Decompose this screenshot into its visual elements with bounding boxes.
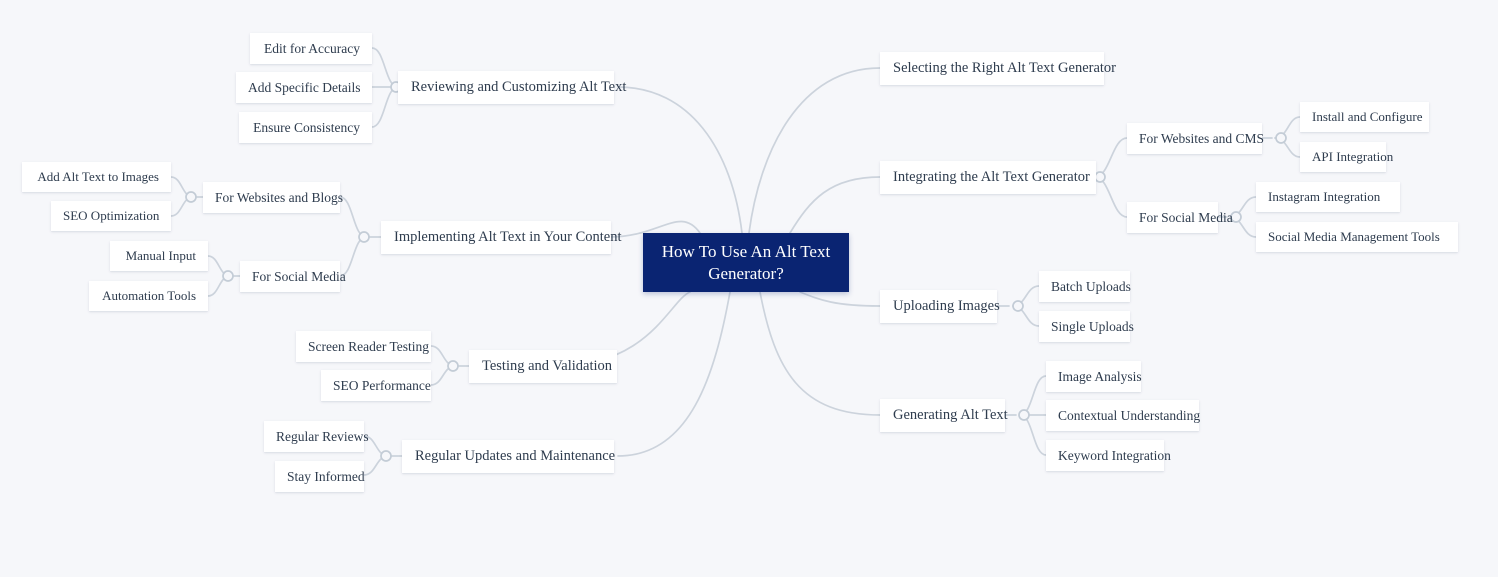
- node-label: Batch Uploads: [1051, 278, 1131, 294]
- node-label: Regular Reviews: [276, 428, 369, 444]
- toggle-websites-blogs[interactable]: [185, 191, 197, 203]
- toggle-uploading-images[interactable]: [1012, 300, 1024, 312]
- edge-reviewing-to-edit: [371, 47, 399, 88]
- node-testing-and-validation[interactable]: Testing and Validation: [469, 350, 617, 383]
- node-manual-input[interactable]: Manual Input: [110, 241, 208, 271]
- node-keyword-integration[interactable]: Keyword Integration: [1046, 440, 1171, 471]
- node-ensure-consistency[interactable]: Ensure Consistency: [239, 112, 372, 143]
- node-label: Single Uploads: [1051, 318, 1134, 334]
- node-generating-alt-text[interactable]: Generating Alt Text: [880, 399, 1008, 432]
- edge-generating-to-image-analysis: [1019, 375, 1047, 416]
- node-selecting-right-generator[interactable]: Selecting the Right Alt Text Generator: [880, 52, 1117, 85]
- node-contextual-understanding[interactable]: Contextual Understanding: [1046, 400, 1201, 431]
- toggle-generating-alt-text[interactable]: [1018, 409, 1030, 421]
- node-regular-updates-maintenance[interactable]: Regular Updates and Maintenance: [402, 440, 616, 473]
- edge-root-to-reviewing: [617, 86, 743, 234]
- root-node-label: How To Use An Alt Text Generator?: [661, 241, 831, 283]
- node-instagram-integration[interactable]: Instagram Integration: [1256, 182, 1400, 212]
- edge-generating-to-keyword: [1019, 414, 1047, 456]
- node-label: For Social Media: [1139, 209, 1233, 225]
- toggle-integrating[interactable]: [1094, 171, 1106, 183]
- node-label: Ensure Consistency: [253, 119, 360, 135]
- toggle-social-media-left[interactable]: [222, 270, 234, 282]
- mindmap-canvas: How To Use An Alt Text Generator? Select…: [0, 0, 1498, 577]
- node-label: Uploading Images: [893, 298, 1000, 314]
- node-seo-performance[interactable]: SEO Performance: [321, 370, 431, 401]
- node-automation-tools[interactable]: Automation Tools: [89, 281, 208, 311]
- node-label: Manual Input: [125, 248, 196, 263]
- node-for-social-media-left[interactable]: For Social Media: [240, 261, 346, 292]
- node-label: Edit for Accuracy: [264, 40, 360, 56]
- node-label: Instagram Integration: [1268, 189, 1381, 204]
- edge-integrating-to-social-media: [1094, 176, 1128, 218]
- toggle-testing-validation[interactable]: [447, 360, 459, 372]
- node-label: Stay Informed: [287, 468, 365, 484]
- root-node[interactable]: How To Use An Alt Text Generator?: [643, 233, 849, 292]
- node-label: Reviewing and Customizing Alt Text: [411, 79, 627, 95]
- node-label: Implementing Alt Text in Your Content: [394, 229, 622, 245]
- node-label: Keyword Integration: [1058, 447, 1171, 463]
- node-label: For Websites and Blogs: [215, 189, 344, 205]
- node-batch-uploads[interactable]: Batch Uploads: [1039, 271, 1131, 302]
- node-for-websites-and-blogs[interactable]: For Websites and Blogs: [203, 182, 344, 213]
- node-label: For Social Media: [252, 268, 346, 284]
- edge-root-to-generating: [759, 291, 881, 416]
- node-label: Add Specific Details: [248, 79, 361, 95]
- node-image-analysis[interactable]: Image Analysis: [1046, 361, 1142, 392]
- node-label: Regular Updates and Maintenance: [415, 448, 616, 464]
- node-uploading-images[interactable]: Uploading Images: [880, 290, 1000, 323]
- node-label: Screen Reader Testing: [308, 338, 430, 354]
- edge-root-to-integrating: [789, 176, 881, 234]
- node-stay-informed[interactable]: Stay Informed: [275, 461, 365, 492]
- node-add-specific-details[interactable]: Add Specific Details: [236, 72, 372, 103]
- node-implementing-alt-text[interactable]: Implementing Alt Text in Your Content: [381, 221, 622, 254]
- node-screen-reader-testing[interactable]: Screen Reader Testing: [296, 331, 431, 362]
- node-for-websites-and-cms[interactable]: For Websites and CMS: [1127, 123, 1265, 154]
- node-api-integration[interactable]: API Integration: [1300, 142, 1394, 172]
- edge-integrating-to-websites-cms: [1094, 137, 1128, 178]
- toggle-implementing[interactable]: [358, 231, 370, 243]
- node-label: API Integration: [1312, 149, 1394, 164]
- node-for-social-media-right[interactable]: For Social Media: [1127, 202, 1233, 233]
- node-label: Integrating the Alt Text Generator: [893, 169, 1090, 185]
- node-label: Contextual Understanding: [1058, 407, 1201, 423]
- node-add-alt-text-to-images[interactable]: Add Alt Text to Images: [22, 162, 171, 192]
- node-edit-for-accuracy[interactable]: Edit for Accuracy: [250, 33, 372, 64]
- node-label: SEO Optimization: [63, 208, 160, 223]
- node-label: For Websites and CMS: [1139, 130, 1265, 146]
- edge-root-to-uploading: [799, 291, 881, 307]
- edge-root-to-regular: [617, 291, 731, 457]
- node-integrating-generator[interactable]: Integrating the Alt Text Generator: [880, 161, 1096, 194]
- node-label: Generating Alt Text: [893, 407, 1008, 423]
- toggle-websites-cms[interactable]: [1275, 132, 1287, 144]
- node-label: Image Analysis: [1058, 368, 1142, 384]
- node-install-and-configure[interactable]: Install and Configure: [1300, 102, 1429, 132]
- node-reviewing-customizing-alt-text[interactable]: Reviewing and Customizing Alt Text: [398, 71, 627, 104]
- node-label: SEO Performance: [333, 377, 431, 393]
- edge-implementing-to-websites-blogs: [339, 196, 367, 238]
- node-label: Testing and Validation: [482, 358, 613, 374]
- edge-root-to-selecting: [748, 67, 881, 234]
- node-label: Install and Configure: [1312, 109, 1423, 124]
- node-seo-optimization[interactable]: SEO Optimization: [51, 201, 171, 231]
- node-regular-reviews[interactable]: Regular Reviews: [264, 421, 369, 452]
- node-label: Automation Tools: [102, 288, 196, 303]
- node-label: Add Alt Text to Images: [37, 169, 159, 184]
- edge-reviewing-to-consistency: [371, 86, 399, 128]
- node-label: Selecting the Right Alt Text Generator: [893, 60, 1117, 76]
- node-single-uploads[interactable]: Single Uploads: [1039, 311, 1134, 342]
- node-label: Social Media Management Tools: [1268, 229, 1440, 244]
- node-social-media-management-tools[interactable]: Social Media Management Tools: [1256, 222, 1458, 252]
- toggle-regular-updates[interactable]: [380, 450, 392, 462]
